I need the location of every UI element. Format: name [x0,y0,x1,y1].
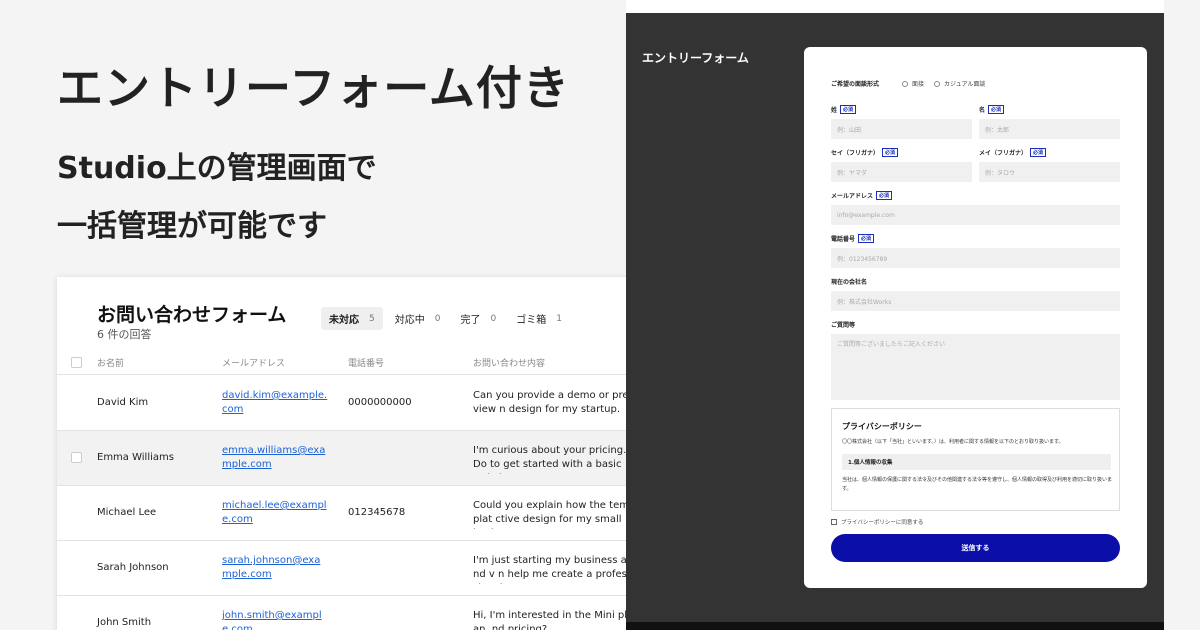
interview-type-radio-group: 面接 カジュアル面談 [902,79,985,88]
radio-option-interview[interactable]: 面接 [902,79,924,88]
row-email-link[interactable]: john.smith@example.com [222,609,330,630]
privacy-policy-intro: 〇〇株式会社（以下「当社」といいます。）は、利用者に関する情報を以下のとおり取り… [842,439,1064,445]
last-name-field[interactable]: 例：山田 [831,119,972,139]
radio-option-casual[interactable]: カジュアル面談 [934,79,985,88]
radio-icon [902,80,908,87]
first-name-kana-label: メイ（フリガナ） 必須 [979,148,1047,157]
entry-form-heading: エントリーフォーム [642,51,749,65]
submit-button[interactable]: 送信する [831,534,1120,562]
row-name: Emma Williams [97,452,174,463]
entry-form-preview: エントリーフォーム ご希望の面談形式 面接 カジュアル面談 姓 必須 例：山田 … [626,0,1164,630]
filter-tab-count: 1 [556,313,562,324]
preview-top-bar [626,0,1164,13]
row-email-link[interactable]: michael.lee@example.com [222,499,330,527]
filter-tab-in-progress[interactable]: 対応中 0 [387,307,449,330]
required-badge: 必須 [876,191,893,200]
table-header: お名前 メールアドレス 電話番号 お問い合わせ内容 [57,351,657,375]
table-row[interactable]: David Kim david.kim@example.com 00000000… [57,376,657,431]
question-textarea[interactable]: ご質問等ございましたらご記入ください [831,334,1120,400]
row-name: Sarah Johnson [97,562,169,573]
question-label: ご質問等 [831,322,856,329]
filter-tab-label: 完了 [460,315,481,326]
column-header-message: お問い合わせ内容 [473,359,546,369]
last-name-label: 姓 必須 [831,105,857,114]
required-badge: 必須 [882,148,899,157]
company-label: 現在の会社名 [831,279,868,286]
first-name-label: 名 必須 [979,105,1005,114]
filter-tab-unhandled[interactable]: 未対応 5 [321,307,383,330]
required-badge: 必須 [988,105,1005,114]
company-field[interactable]: 例：株式会社Works [831,291,1120,311]
row-message: I'm curious about your pricing. Do to ge… [473,445,627,474]
row-message: Can you provide a demo or preview n desi… [473,390,629,415]
row-message: Hi, I'm interested in the Mini plan. nd … [473,610,628,630]
filter-tab-count: 0 [434,313,441,324]
phone-label: 電話番号 必須 [831,234,875,243]
first-name-kana-field[interactable]: 例：タロウ [979,162,1120,182]
phone-field[interactable]: 例：0123456789 [831,248,1120,268]
privacy-policy-body: 当社は、個人情報の保護に関する法令及びその他関連する法令等を遵守し、個人情報の取… [842,477,1113,492]
column-header-phone: 電話番号 [348,359,385,369]
radio-label: カジュアル面談 [944,81,986,88]
email-field[interactable]: info@example.com [831,205,1120,225]
hero-subtitle-line2: 一括管理が可能です [57,209,327,244]
row-phone: 012345678 [348,507,406,518]
row-email-link[interactable]: david.kim@example.com [222,389,330,417]
entry-form-card: ご希望の面談形式 面接 カジュアル面談 姓 必須 例：山田 名 必須 例：太郎 … [804,47,1147,588]
filter-tab-trash[interactable]: ゴミ箱 1 [508,307,570,330]
table-row[interactable]: Sarah Johnson sarah.johnson@example.com … [57,541,657,596]
table-row[interactable]: Emma Williams emma.williams@example.com … [57,431,657,486]
consent-label: プライバシーポリシーに同意する [841,520,924,526]
column-header-email: メールアドレス [222,359,286,369]
first-name-field[interactable]: 例：太郎 [979,119,1120,139]
radio-icon [934,80,941,87]
privacy-policy-title: プライバシーポリシー [842,422,922,431]
filter-tab-done[interactable]: 完了 0 [452,307,504,330]
table-row[interactable]: John Smith john.smith@example.com Hi, I'… [57,596,657,630]
email-label: メールアドレス 必須 [831,191,893,200]
filter-tab-label: 対応中 [394,315,425,326]
row-email-link[interactable]: sarah.johnson@example.com [222,554,330,582]
filter-tab-count: 0 [490,313,497,324]
hero-title: エントリーフォーム付き [57,61,570,115]
last-name-kana-label: セイ（フリガナ） 必須 [831,148,899,157]
preview-bottom-bar [626,622,1164,630]
inbox-title: お問い合わせフォーム [97,304,287,326]
row-message: Could you explain how the templat ctive … [473,500,629,529]
row-phone: 0000000000 [348,397,412,408]
required-badge: 必須 [840,105,857,114]
filter-tab-count: 5 [369,313,375,324]
row-name: Michael Lee [97,507,157,518]
privacy-consent[interactable]: プライバシーポリシーに同意する [831,518,923,526]
row-name: David Kim [97,397,149,408]
last-name-kana-field[interactable]: 例：ヤマダ [831,162,972,182]
table-row[interactable]: Michael Lee michael.lee@example.com 0123… [57,486,657,541]
consent-checkbox[interactable] [831,519,837,525]
radio-label: 面接 [912,81,925,88]
interview-type-label: ご希望の面談形式 [831,81,880,88]
status-filter-tabs: 未対応 5 対応中 0 完了 0 ゴミ箱 1 [321,307,570,330]
hero-subtitle-line1: Studio上の管理画面で [57,151,377,186]
required-badge: 必須 [858,234,875,243]
column-header-name: お名前 [97,359,125,369]
response-count: 6 件の回答 [97,328,152,341]
row-message: I'm just starting my business and v n he… [473,555,627,584]
row-checkbox[interactable] [71,452,82,463]
row-name: John Smith [97,617,152,628]
privacy-policy-box[interactable]: プライバシーポリシー 〇〇株式会社（以下「当社」といいます。）は、利用者に関する… [831,408,1120,511]
privacy-policy-section-title: 1.個人情報の収集 [842,454,1111,470]
filter-tab-label: 未対応 [329,315,359,326]
required-badge: 必須 [1030,148,1047,157]
form-responses-panel: お問い合わせフォーム 6 件の回答 未対応 5 対応中 0 完了 0 ゴミ箱 1… [57,277,657,630]
row-email-link[interactable]: emma.williams@example.com [222,444,330,472]
select-all-checkbox[interactable] [71,357,82,368]
filter-tab-label: ゴミ箱 [516,315,547,326]
